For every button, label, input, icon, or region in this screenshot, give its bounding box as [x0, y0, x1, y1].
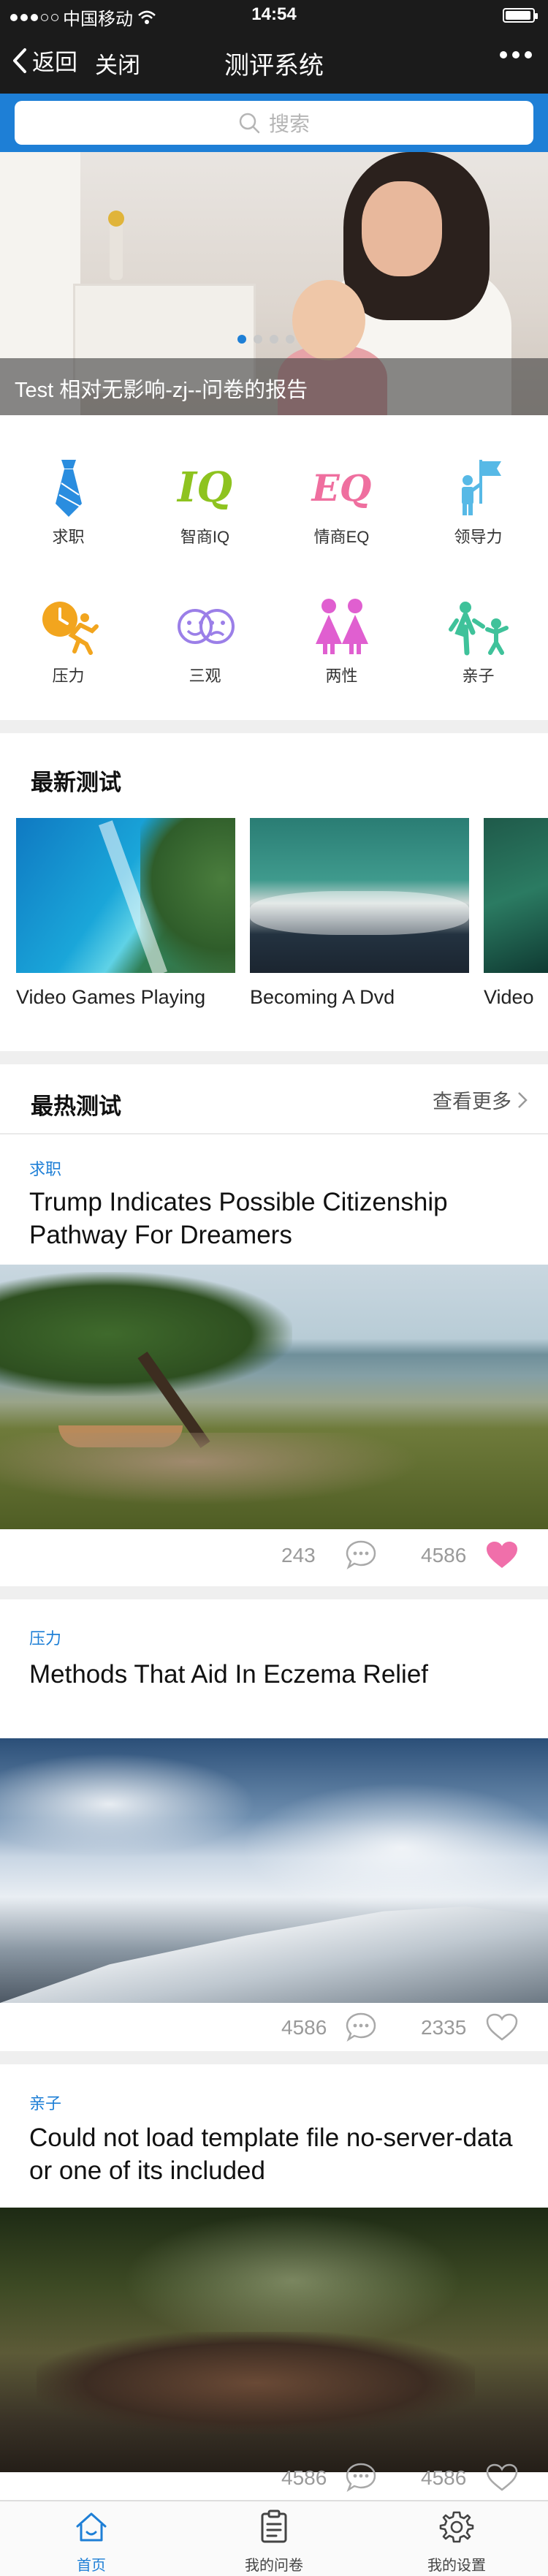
faces-icon: [172, 597, 238, 656]
newest-card-title: Becoming A Dvd: [250, 986, 395, 1008]
banner-photo-flower: [108, 211, 124, 227]
newest-card[interactable]: Video: [484, 818, 548, 1009]
banner-photo-baby-face: [292, 280, 365, 360]
category-iq[interactable]: IQ 智商IQ: [137, 420, 273, 546]
category-label: 三观: [189, 667, 221, 685]
carousel-dot[interactable]: [286, 335, 294, 344]
hottest-section-title: 最热测试: [31, 1094, 121, 1119]
hot-item-image[interactable]: [0, 1265, 548, 1529]
like-count: 2335: [421, 2016, 467, 2039]
hot-item-tag[interactable]: 亲子: [29, 2091, 61, 2114]
category-eq[interactable]: EQ 情商EQ: [273, 420, 410, 547]
banner-photo-face: [362, 181, 442, 276]
category-label: 求职: [52, 528, 85, 546]
category-values[interactable]: 三观: [137, 559, 273, 685]
newest-card-title: Video: [484, 986, 534, 1008]
category-label: 亲子: [462, 667, 495, 685]
comment-count: 243: [281, 1544, 316, 1567]
view-more-label: 查看更多: [433, 1091, 511, 1113]
view-more-link[interactable]: 查看更多: [433, 1086, 528, 1114]
comment-icon[interactable]: [345, 1539, 377, 1570]
chevron-right-icon: [518, 1091, 528, 1108]
section-gap: [0, 1051, 548, 1064]
search-input[interactable]: 搜索: [15, 101, 533, 145]
newest-card[interactable]: Becoming A Dvd: [250, 818, 469, 1009]
tab-bar: 首页 我的问卷 我的设置: [0, 2500, 548, 2576]
section-gap: [0, 2051, 548, 2064]
clipboard-icon: [261, 2509, 287, 2543]
newest-card[interactable]: Video Games Playing: [16, 818, 235, 1009]
tab-label: 我的设置: [427, 2558, 486, 2574]
couple-icon: [309, 597, 375, 656]
category-label: 智商IQ: [180, 528, 230, 546]
category-gender[interactable]: 两性: [273, 559, 410, 685]
like-count: 4586: [421, 1544, 467, 1567]
category-pressure[interactable]: 压力: [0, 559, 137, 685]
hot-item: 压力 Methods That Aid In Eczema Relief 458…: [0, 1599, 548, 2044]
newest-section-title: 最新测试: [31, 770, 121, 795]
hot-item: 亲子 Could not load template file no-serve…: [0, 2064, 548, 2500]
iq-icon: IQ: [178, 463, 232, 512]
tab-label: 我的问卷: [245, 2558, 303, 2574]
like-count: 4586: [421, 2466, 467, 2489]
clock-runner-icon: [36, 597, 102, 656]
category-label: 两性: [325, 667, 358, 685]
search-bar: 搜索: [0, 94, 548, 152]
more-options-icon[interactable]: [500, 51, 532, 58]
nav-bar: 返回 关闭 测评系统: [0, 29, 548, 94]
heart-outline-icon[interactable]: [485, 2012, 519, 2042]
gear-icon: [439, 2511, 474, 2543]
banner-photo-vase: [110, 221, 123, 280]
newest-card-title: Video Games Playing: [16, 986, 206, 1008]
carousel-indicators: [237, 335, 294, 344]
newest-card-image: [250, 818, 469, 973]
category-label: 领导力: [454, 528, 503, 546]
comment-icon[interactable]: [345, 2462, 377, 2493]
tab-label: 首页: [77, 2558, 106, 2574]
heart-filled-icon[interactable]: [485, 1540, 519, 1569]
comment-count: 4586: [281, 2016, 327, 2039]
category-leadership[interactable]: 领导力: [410, 420, 547, 546]
search-icon: [239, 113, 260, 134]
section-gap: [0, 1586, 548, 1599]
hot-item-tag[interactable]: 求职: [29, 1156, 61, 1180]
comment-icon[interactable]: [345, 2012, 377, 2042]
hot-item: 求职 Trump Indicates Possible Citizenship …: [0, 1134, 548, 1573]
search-placeholder: 搜索: [268, 113, 310, 135]
home-icon: [76, 2512, 107, 2542]
eq-icon: EQ: [311, 466, 372, 509]
tab-home[interactable]: 首页: [0, 2509, 183, 2575]
family-icon: [446, 597, 511, 656]
carousel-dot[interactable]: [237, 335, 246, 344]
heart-outline-icon[interactable]: [485, 2463, 519, 2492]
tab-my-questionnaires[interactable]: 我的问卷: [183, 2509, 365, 2575]
carousel-dot[interactable]: [270, 335, 278, 344]
category-job[interactable]: 求职: [0, 420, 137, 546]
category-parenting[interactable]: 亲子: [410, 559, 547, 685]
clock: 14:54: [251, 4, 297, 24]
newest-card-image: [16, 818, 235, 973]
comment-count: 4586: [281, 2466, 327, 2489]
banner-carousel[interactable]: Test 相对无影响-zj--问卷的报告: [0, 152, 548, 415]
necktie-icon: [36, 458, 102, 517]
hot-item-title[interactable]: Trump Indicates Possible Citizenship Pat…: [29, 1186, 526, 1251]
battery-icon: [503, 8, 538, 23]
newest-card-image: [484, 818, 548, 973]
page-title: 测评系统: [224, 52, 324, 80]
banner-caption[interactable]: Test 相对无影响-zj--问卷的报告: [0, 358, 548, 415]
hot-item-image[interactable]: [0, 1738, 548, 2003]
carousel-dot[interactable]: [254, 335, 262, 344]
status-bar: 中国移动 14:54: [0, 0, 548, 29]
hot-item-title[interactable]: Methods That Aid In Eczema Relief: [29, 1658, 526, 1691]
hot-item-tag[interactable]: 压力: [29, 1626, 61, 1649]
category-label: 压力: [52, 667, 85, 685]
tab-my-settings[interactable]: 我的设置: [365, 2509, 548, 2575]
category-label: 情商EQ: [313, 528, 370, 546]
leader-flag-icon: [446, 458, 511, 517]
hot-item-title[interactable]: Could not load template file no-server-d…: [29, 2121, 526, 2187]
section-gap: [0, 720, 548, 733]
category-grid: 求职 IQ 智商IQ EQ 情商EQ 领导力 压力 三观 两性 亲子: [0, 420, 548, 720]
hot-item-image[interactable]: [0, 2208, 548, 2472]
